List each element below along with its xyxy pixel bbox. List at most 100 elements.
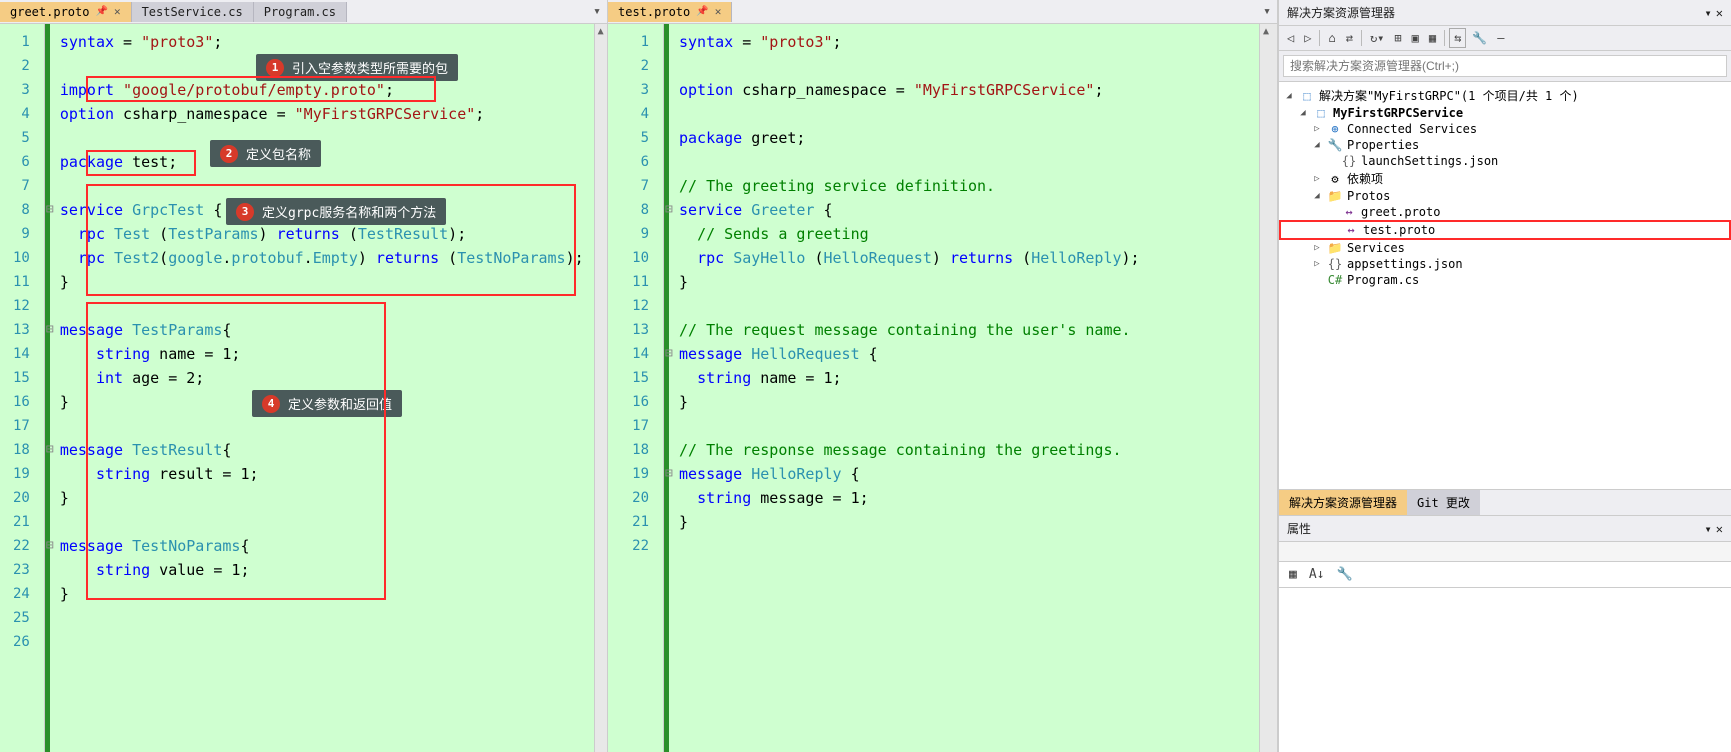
code-line[interactable]: string name = 1;	[679, 366, 1249, 390]
tree-item-label: test.proto	[1363, 223, 1435, 237]
tree-item[interactable]: ↔test.proto	[1279, 220, 1731, 240]
code-line[interactable]: syntax = "proto3";	[60, 30, 584, 54]
tree-item[interactable]: ▷⚙依赖项	[1279, 169, 1731, 188]
home-icon[interactable]: ⌂	[1324, 29, 1339, 47]
properties-icon[interactable]: 🔧	[1468, 29, 1491, 47]
panel-dropdown-icon[interactable]: ▾	[1705, 522, 1712, 536]
code-line[interactable]: string message = 1;	[679, 486, 1249, 510]
code-line[interactable]: }	[679, 510, 1249, 534]
expand-icon[interactable]: ◢	[1311, 191, 1323, 201]
line-number: 20	[0, 486, 30, 510]
collapse-icon[interactable]: ⊟	[46, 438, 54, 462]
tree-item[interactable]: ▷⊕Connected Services	[1279, 121, 1731, 137]
file-icon: 📁	[1327, 189, 1343, 203]
editor-tab[interactable]: Program.cs	[254, 2, 347, 22]
expand-icon[interactable]: ◢	[1283, 91, 1295, 101]
collapse-icon[interactable]: ⊟	[46, 534, 54, 558]
refresh-icon[interactable]: ↻▾	[1366, 29, 1388, 47]
tree-item[interactable]: ↔greet.proto	[1279, 204, 1731, 220]
tree-item[interactable]: ▷📁Services	[1279, 240, 1731, 256]
pin-icon[interactable]: 📌	[95, 6, 107, 17]
editor-tab[interactable]: test.proto📌✕	[608, 2, 732, 22]
tree-item[interactable]: {}launchSettings.json	[1279, 153, 1731, 169]
preview-icon[interactable]: —	[1493, 29, 1508, 47]
wrench-icon[interactable]: 🔧	[1332, 565, 1356, 584]
tree-item[interactable]: ▷{}appsettings.json	[1279, 256, 1731, 272]
collapse-icon[interactable]: ▣	[1408, 29, 1423, 47]
tree-item[interactable]: C#Program.cs	[1279, 272, 1731, 288]
panel-title: 解决方案资源管理器 ▾ ✕	[1279, 0, 1731, 26]
search-input[interactable]	[1283, 55, 1727, 77]
tab-label: greet.proto	[10, 5, 89, 19]
code-line[interactable]	[679, 102, 1249, 126]
line-gutter: 12345678910111213141516171819202122	[608, 24, 664, 752]
alphabetize-icon[interactable]: A↓	[1305, 565, 1329, 584]
code-line[interactable]	[679, 54, 1249, 78]
collapse-icon[interactable]: ⊟	[665, 462, 673, 486]
close-icon[interactable]: ✕	[114, 5, 121, 18]
nest-icon[interactable]: ▦	[1425, 29, 1440, 47]
expand-icon[interactable]: ▷	[1311, 243, 1323, 253]
code-line[interactable]: }	[679, 270, 1249, 294]
code-line[interactable]: // Sends a greeting	[679, 222, 1249, 246]
show-all-icon[interactable]: ⊞	[1390, 29, 1405, 47]
code-line[interactable]: // The greeting service definition.	[679, 174, 1249, 198]
code-editor-right[interactable]: 12345678910111213141516171819202122 synt…	[608, 24, 1277, 752]
forward-icon[interactable]: ▷	[1300, 29, 1315, 47]
code-line[interactable]: package greet;	[679, 126, 1249, 150]
expand-icon[interactable]: ▷	[1311, 259, 1323, 269]
pin-icon[interactable]: 📌	[696, 6, 708, 17]
code-line[interactable]	[60, 126, 584, 150]
tree-item[interactable]: ◢⬚MyFirstGRPCService	[1279, 105, 1731, 121]
code-line[interactable]	[679, 414, 1249, 438]
code-line[interactable]: option csharp_namespace = "MyFirstGRPCSe…	[679, 78, 1249, 102]
expand-icon[interactable]: ◢	[1297, 108, 1309, 118]
code-line[interactable]	[679, 294, 1249, 318]
code-line[interactable]	[60, 606, 584, 630]
tab-overflow-icon[interactable]: ▾	[587, 4, 607, 19]
code-line[interactable]: rpc SayHello (HelloRequest) returns (Hel…	[679, 246, 1249, 270]
categorize-icon[interactable]: ▦	[1285, 565, 1301, 584]
expand-icon[interactable]: ▷	[1311, 174, 1323, 184]
code-line[interactable]	[679, 534, 1249, 558]
collapse-icon[interactable]: ⊟	[46, 318, 54, 342]
scrollbar-vertical[interactable]	[1259, 24, 1277, 752]
expand-icon[interactable]: ▷	[1311, 124, 1323, 134]
tree-item[interactable]: ◢📁Protos	[1279, 188, 1731, 204]
file-icon: {}	[1327, 257, 1343, 271]
collapse-icon[interactable]: ⊟	[665, 342, 673, 366]
collapse-icon[interactable]: ⊟	[665, 198, 673, 222]
close-icon[interactable]: ✕	[715, 5, 722, 18]
tree-item[interactable]: ◢🔧Properties	[1279, 137, 1731, 153]
code-line[interactable]: // The response message containing the g…	[679, 438, 1249, 462]
panel-dropdown-icon[interactable]: ▾	[1705, 6, 1712, 20]
back-icon[interactable]: ◁	[1283, 29, 1298, 47]
code-body[interactable]: syntax = "proto3"; option csharp_namespa…	[664, 24, 1259, 752]
panel-close-icon[interactable]: ✕	[1716, 6, 1723, 20]
tab-overflow-icon[interactable]: ▾	[1257, 4, 1277, 19]
switch-view-icon[interactable]: ⇄	[1342, 29, 1357, 47]
line-number: 8	[0, 198, 30, 222]
collapse-icon[interactable]: ⊟	[46, 198, 54, 222]
code-line[interactable]	[60, 630, 584, 654]
scrollbar-vertical[interactable]	[594, 24, 607, 752]
code-line[interactable]: ⊟message HelloReply {	[679, 462, 1249, 486]
panel-tab[interactable]: 解决方案资源管理器	[1279, 490, 1407, 515]
expand-icon[interactable]: ◢	[1311, 140, 1323, 150]
panel-close-icon[interactable]: ✕	[1716, 522, 1723, 536]
code-line[interactable]: syntax = "proto3";	[679, 30, 1249, 54]
panel-title-text: 解决方案资源管理器	[1287, 4, 1395, 21]
solution-tree[interactable]: ◢ ⬚ 解决方案"MyFirstGRPC"(1 个项目/共 1 个) ◢⬚MyF…	[1279, 82, 1731, 489]
code-line[interactable]: }	[679, 390, 1249, 414]
sync-icon[interactable]: ⇆	[1449, 28, 1466, 48]
code-line[interactable]: ⊟service Greeter {	[679, 198, 1249, 222]
editor-tab[interactable]: TestService.cs	[132, 2, 254, 22]
solution-root[interactable]: ◢ ⬚ 解决方案"MyFirstGRPC"(1 个项目/共 1 个)	[1279, 86, 1731, 105]
code-line[interactable]: // The request message containing the us…	[679, 318, 1249, 342]
editor-tab[interactable]: greet.proto 📌 ✕	[0, 2, 132, 22]
line-number: 13	[0, 318, 30, 342]
code-line[interactable]	[679, 150, 1249, 174]
code-line[interactable]: ⊟message HelloRequest {	[679, 342, 1249, 366]
code-line[interactable]: option csharp_namespace = "MyFirstGRPCSe…	[60, 102, 584, 126]
panel-tab[interactable]: Git 更改	[1407, 490, 1480, 515]
